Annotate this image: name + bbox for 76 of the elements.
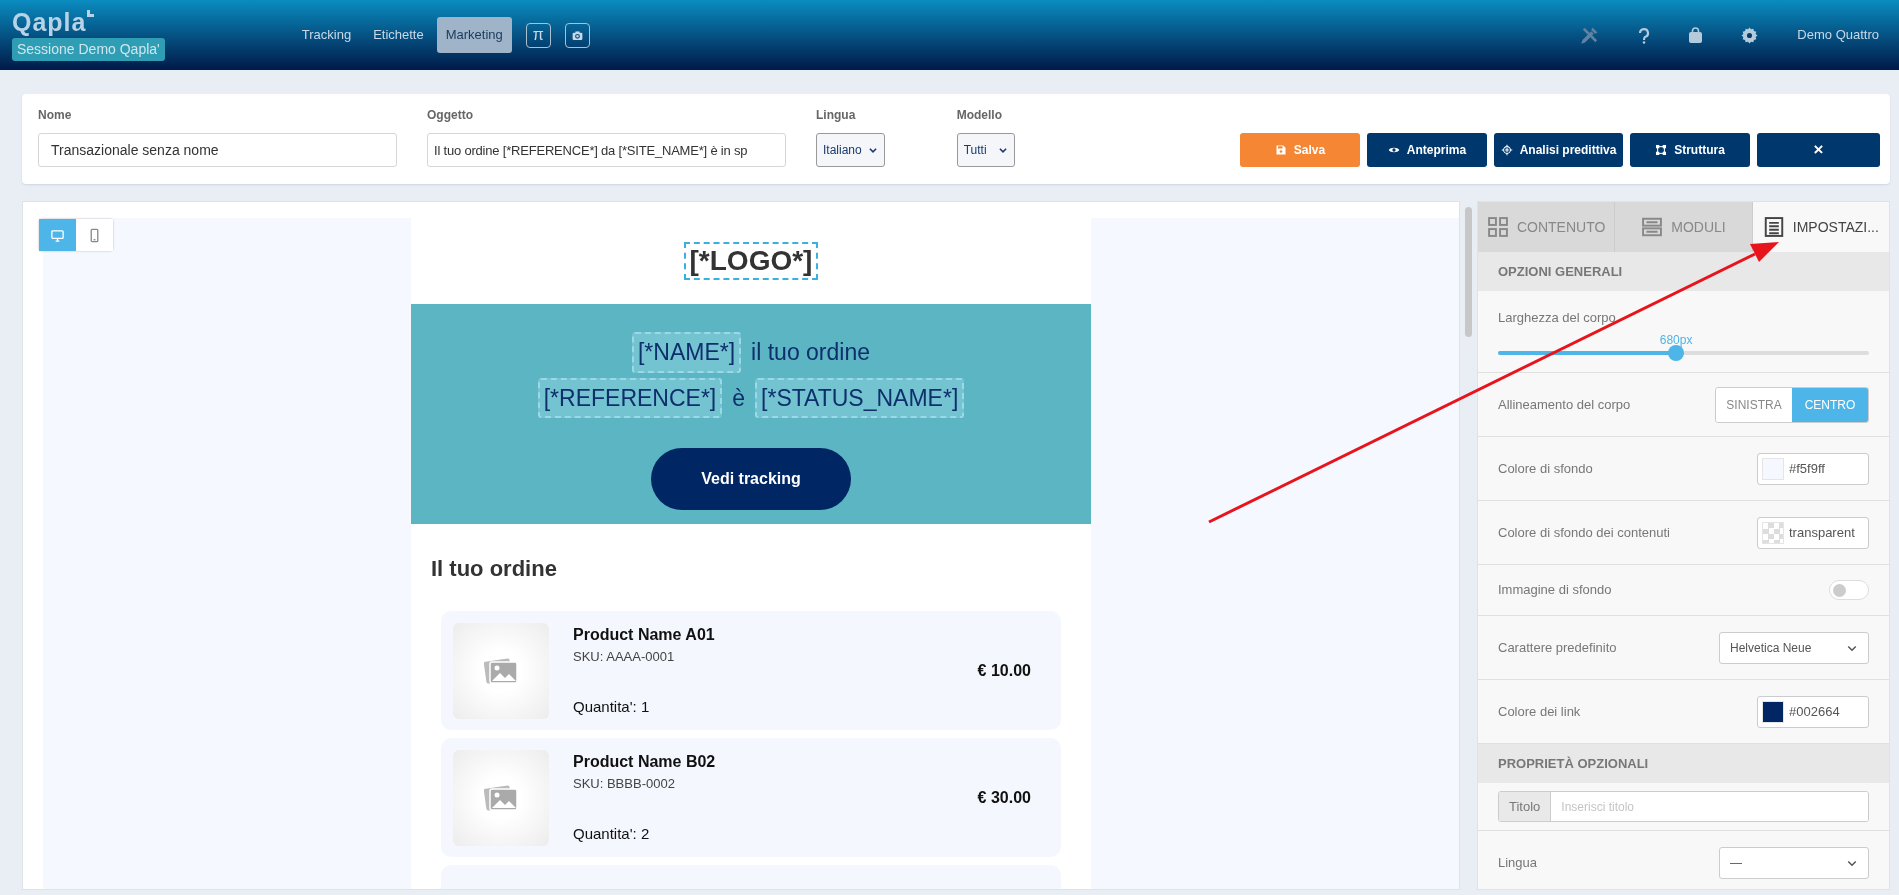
desktop-icon — [50, 227, 65, 243]
structure-button[interactable]: Struttura — [1630, 133, 1750, 167]
field-label: Oggetto — [427, 107, 474, 124]
product-price: € 10.00 — [977, 660, 1031, 681]
setting-label: Carattere predefinito — [1498, 638, 1617, 657]
select-field[interactable]: — — [1719, 846, 1869, 879]
logo: Qapla — [12, 9, 87, 35]
product-sku: SKU: BBBB-0002 — [573, 775, 676, 793]
document-icon — [1762, 216, 1785, 238]
product-name: Product Name A01 — [573, 625, 716, 645]
tools-icon[interactable] — [1580, 25, 1601, 45]
nav-tab[interactable]: Tracking — [292, 17, 361, 53]
chevron-down-icon — [997, 145, 1008, 155]
product-quantity: Quantita': 2 — [573, 823, 651, 844]
slider-thumb[interactable] — [1668, 345, 1685, 362]
setting-label: Lingua — [1498, 853, 1538, 872]
section-header: OPZIONI GENERALI — [1478, 252, 1889, 291]
camera-button[interactable] — [564, 22, 590, 48]
tracking-button[interactable]: Vedi tracking — [651, 448, 851, 510]
logo-placeholder-field[interactable]: [*LOGO*] — [683, 242, 819, 280]
close-button[interactable]: × — [1757, 133, 1880, 167]
color-field[interactable]: #002664 — [1757, 695, 1869, 728]
chevron-down-icon — [867, 145, 878, 155]
image-icon — [484, 783, 518, 813]
color-field[interactable]: transparent — [1757, 516, 1869, 549]
help-icon[interactable] — [1638, 25, 1651, 45]
product-price: € 30.00 — [977, 787, 1031, 808]
view-toggle[interactable] — [39, 219, 76, 251]
camera-icon — [570, 28, 584, 42]
image-icon — [484, 656, 518, 686]
merge-tag: [*REFERENCE*] — [537, 377, 723, 418]
toggle-switch[interactable] — [1829, 580, 1869, 600]
product-sku: SKU: AAAA-0001 — [573, 648, 676, 666]
alignment-option[interactable]: SINISTRA — [1716, 387, 1792, 422]
settings-icon[interactable] — [1741, 26, 1759, 44]
headline-text: il tuo ordine — [751, 338, 871, 367]
field-label: Modello — [956, 107, 1004, 124]
merge-tag: [*STATUS_NAME*] — [755, 377, 965, 418]
crosshair-icon — [1500, 144, 1513, 156]
grid-icon — [1486, 216, 1509, 238]
merge-tag: [*NAME*] — [631, 332, 742, 373]
nav-tab[interactable]: Marketing — [436, 17, 512, 53]
user-name[interactable]: Demo Quattro — [1797, 25, 1879, 45]
logo-mark-icon — [86, 9, 95, 18]
title-field[interactable]: Titolo Inserisci titolo — [1498, 791, 1869, 822]
color-field[interactable]: #f5f9ff — [1757, 452, 1869, 485]
field-label: Nome — [38, 107, 73, 124]
select-field[interactable]: Tutti — [956, 133, 1015, 167]
color-swatch — [1762, 521, 1784, 544]
headline-text: è — [732, 383, 746, 413]
scrollbar[interactable] — [1465, 207, 1472, 337]
product-name: Product Name B02 — [573, 752, 717, 772]
preview-button[interactable]: Anteprima — [1367, 133, 1487, 167]
analysis-button[interactable]: Analisi predittiva — [1494, 133, 1623, 167]
setting-label: Immagine di sfondo — [1498, 581, 1612, 600]
setting-label: Colore di sfondo — [1498, 459, 1593, 478]
select-field[interactable]: Helvetica Neue — [1719, 631, 1869, 664]
setting-label: Allineamento del corpo — [1498, 395, 1631, 414]
section-header: PROPRIETÀ OPZIONALI — [1478, 744, 1889, 783]
nav-tab[interactable]: Etichette — [364, 17, 433, 53]
pi-button[interactable]: π — [525, 22, 551, 48]
section-title: Il tuo ordine — [431, 555, 558, 583]
setting-label: Colore dei link — [1498, 702, 1581, 721]
session-badge: Sessione Demo Qapla' — [12, 37, 165, 61]
field-label: Lingua — [816, 107, 857, 124]
setting-label: Colore di sfondo dei contenuti — [1498, 523, 1670, 542]
rows-icon — [1641, 216, 1664, 238]
slider-value: 680px — [1658, 332, 1694, 350]
view-toggle[interactable] — [76, 219, 113, 251]
text-field[interactable]: Transazionale senza nome — [38, 133, 397, 167]
text-field[interactable]: Il tuo ordine [*REFERENCE*] da [*SITE_NAME*] è in sp — [427, 133, 786, 167]
select-field[interactable]: Italiano — [816, 133, 885, 167]
setting-label: Larghezza del corpo — [1498, 308, 1617, 327]
vector-square-icon — [1655, 144, 1668, 156]
product-quantity: Quantita': 1 — [573, 696, 651, 717]
shopping-bag-icon[interactable] — [1688, 26, 1704, 44]
